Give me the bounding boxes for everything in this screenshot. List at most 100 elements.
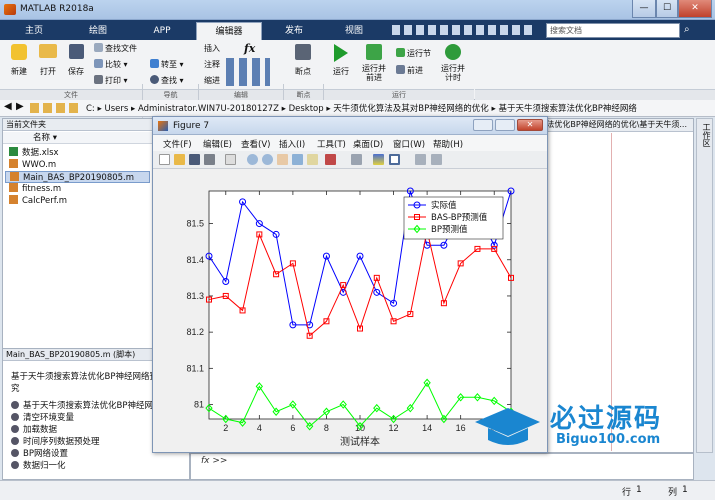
- figure-min-button[interactable]: [473, 119, 493, 131]
- tab-plots[interactable]: 绘图: [68, 22, 128, 40]
- legend-icon[interactable]: [389, 154, 400, 165]
- back-icon[interactable]: ◀: [4, 101, 12, 112]
- y-tick-label: 81.1: [186, 363, 204, 373]
- section-item[interactable]: 基于天牛须搜索算法优化BP神经网络: [11, 400, 161, 412]
- show-plot-tools-icon[interactable]: [431, 154, 442, 165]
- section-item[interactable]: BP网络设置: [11, 448, 68, 460]
- group-label-edit: 编辑: [199, 89, 283, 100]
- link-icon[interactable]: [351, 154, 362, 165]
- tab-home[interactable]: 主页: [4, 22, 64, 40]
- rotate-icon[interactable]: [292, 154, 303, 165]
- title-bar: MATLAB R2018a — ☐ ✕: [0, 0, 715, 20]
- y-tick-label: 81.3: [186, 291, 204, 301]
- pan-icon[interactable]: [277, 154, 288, 165]
- tab-view[interactable]: 视图: [326, 22, 382, 40]
- compare-button[interactable]: 比较 ▾: [94, 59, 128, 70]
- insert-button[interactable]: 插入: [204, 43, 220, 54]
- legend-label: 实际值: [431, 200, 457, 211]
- menu-view[interactable]: 查看(V): [241, 138, 270, 150]
- section-icon: [11, 449, 19, 457]
- file-item[interactable]: CalcPerf.m: [9, 195, 67, 207]
- find-files-button[interactable]: 查找文件: [94, 43, 137, 54]
- run-time-button[interactable]: 运行并计时: [440, 44, 466, 82]
- open-file-icon[interactable]: [174, 154, 185, 165]
- zoom-out-icon[interactable]: [262, 154, 273, 165]
- folder-icons[interactable]: [30, 103, 78, 113]
- command-prompt[interactable]: fx >>: [201, 456, 227, 466]
- run-section-button[interactable]: 运行节: [396, 48, 431, 59]
- maximize-button[interactable]: ☐: [656, 0, 678, 18]
- open-button[interactable]: 打开: [36, 44, 60, 77]
- run-advance-button[interactable]: 运行并前进: [360, 44, 388, 82]
- find-icon: [150, 75, 159, 84]
- m-file-icon: [10, 172, 19, 181]
- minimize-button[interactable]: —: [632, 0, 656, 18]
- file-item[interactable]: 数据.xlsx: [9, 147, 59, 159]
- section-item[interactable]: 数据归一化: [11, 460, 66, 472]
- colorbar-icon[interactable]: [373, 154, 384, 165]
- pointer-icon[interactable]: [225, 154, 236, 165]
- tab-editor[interactable]: 编辑器: [196, 22, 262, 40]
- run-button[interactable]: 运行: [328, 44, 354, 77]
- new-button[interactable]: 新建: [8, 44, 30, 77]
- find-button[interactable]: 查找 ▾: [150, 75, 184, 86]
- save-figure-icon[interactable]: [189, 154, 200, 165]
- legend-label: BAS-BP预测值: [431, 212, 488, 223]
- section-item[interactable]: 加载数据: [11, 424, 57, 436]
- section-item[interactable]: 时间序列数据预处理: [11, 436, 100, 448]
- menu-file[interactable]: 文件(F): [163, 138, 192, 150]
- x-tick-label: 16: [456, 423, 466, 433]
- file-item[interactable]: WWO.m: [9, 159, 56, 171]
- search-icon[interactable]: ⌕: [684, 24, 690, 35]
- zoom-in-icon[interactable]: [247, 154, 258, 165]
- run-section-icon: [396, 48, 405, 57]
- brush-icon[interactable]: [325, 154, 336, 165]
- forward-icon[interactable]: ▶: [16, 101, 24, 112]
- section-item[interactable]: 清空环境变量: [11, 412, 74, 424]
- y-tick-label: 81.2: [186, 327, 204, 337]
- edit-tools-icons[interactable]: [226, 58, 270, 86]
- tab-publish[interactable]: 发布: [266, 22, 322, 40]
- hide-plot-tools-icon[interactable]: [415, 154, 426, 165]
- excel-file-icon: [9, 147, 18, 156]
- ribbon-tabs: 主页 绘图 APP 编辑器 发布 视图 搜索文档 ⌕: [0, 20, 715, 40]
- quick-access-icons[interactable]: [392, 25, 532, 35]
- legend-label: BP预测值: [431, 224, 468, 235]
- indent-button[interactable]: 缩进: [204, 75, 220, 86]
- print-figure-icon[interactable]: [204, 154, 215, 165]
- close-button[interactable]: ✕: [678, 0, 712, 18]
- data-cursor-icon[interactable]: [307, 154, 318, 165]
- menu-window[interactable]: 窗口(W): [393, 138, 425, 150]
- current-path[interactable]: C: ▸ Users ▸ Administrator.WIN7U-2018012…: [86, 102, 637, 114]
- breakpoints-button[interactable]: 断点: [290, 44, 316, 77]
- advance-button[interactable]: 前进: [396, 65, 423, 76]
- figure-close-button[interactable]: ✕: [517, 119, 543, 131]
- figure-max-button[interactable]: [495, 119, 515, 131]
- fx-button[interactable]: fx: [244, 42, 255, 55]
- file-item-selected[interactable]: Main_BAS_BP20190805.m: [5, 171, 150, 183]
- x-axis-label: 测试样本: [340, 435, 380, 448]
- y-tick-label: 81: [194, 400, 204, 410]
- m-file-icon: [9, 183, 18, 192]
- section-icon: [11, 401, 19, 409]
- group-label-nav: 导航: [143, 89, 198, 100]
- menu-insert[interactable]: 插入(I): [279, 138, 305, 150]
- save-button[interactable]: 保存: [64, 44, 88, 77]
- new-figure-icon[interactable]: [159, 154, 170, 165]
- print-button[interactable]: 打印 ▾: [94, 75, 128, 86]
- menu-help[interactable]: 帮助(H): [433, 138, 463, 150]
- menu-tools[interactable]: 工具(T): [317, 138, 346, 150]
- status-col-value: 1: [682, 485, 688, 495]
- run-label: 运行: [333, 67, 349, 76]
- tab-apps[interactable]: APP: [132, 22, 192, 40]
- menu-edit[interactable]: 编辑(E): [203, 138, 232, 150]
- print-icon: [94, 75, 103, 84]
- file-item[interactable]: fitness.m: [9, 183, 61, 195]
- menu-desktop[interactable]: 桌面(D): [353, 138, 383, 150]
- search-docs-input[interactable]: 搜索文档: [546, 23, 680, 38]
- goto-button[interactable]: 转至 ▾: [150, 59, 184, 70]
- command-window: fx >>: [190, 453, 694, 480]
- figure-title: Figure 7: [173, 121, 210, 131]
- status-col-label: 列: [668, 488, 678, 498]
- comment-button[interactable]: 注释: [204, 59, 220, 70]
